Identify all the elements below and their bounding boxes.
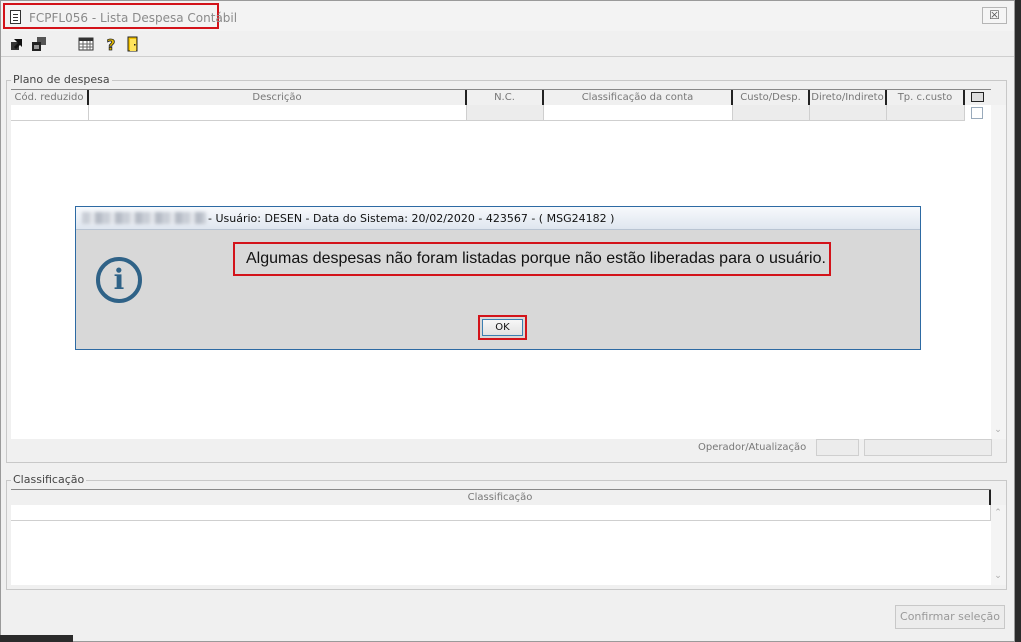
blurred-system-name — [82, 212, 206, 224]
classificacao-scrollbar[interactable]: ⌃ ⌄ — [991, 505, 1006, 585]
window-title: FCPFL056 - Lista Despesa Contábil — [29, 11, 238, 25]
plano-despesa-label: Plano de despesa — [11, 73, 112, 86]
lista-despesa-window: FCPFL056 - Lista Despesa Contábil ☒ ? Pl… — [0, 0, 1015, 642]
calendar-grid-icon[interactable] — [78, 36, 94, 52]
dialog-title: - Usuário: DESEN - Data do Sistema: 20/0… — [208, 212, 615, 225]
column-header-descricao[interactable]: Descrição — [89, 90, 467, 105]
cell-tp-ccusto[interactable] — [887, 105, 965, 121]
column-header-cod-reduzido[interactable]: Cód. reduzido — [11, 90, 89, 105]
plano-scrollbar[interactable]: ⌄ — [991, 105, 1006, 439]
ok-button[interactable]: OK — [482, 319, 523, 336]
atualizacao-field — [864, 439, 992, 456]
info-icon: i — [96, 257, 142, 303]
export-arrow-icon[interactable] — [9, 36, 25, 52]
plano-grid-header: Cód. reduzido Descrição N.C. Classificaç… — [11, 89, 991, 106]
cell-direto-indireto[interactable] — [810, 105, 887, 121]
scroll-down-icon[interactable]: ⌄ — [991, 425, 1005, 435]
help-icon[interactable]: ? — [103, 36, 119, 55]
row-checkbox[interactable] — [971, 107, 983, 119]
operador-atualizacao-label: Operador/Atualização — [698, 442, 807, 453]
classificacao-label: Classificação — [11, 473, 87, 486]
exit-door-icon[interactable] — [125, 36, 141, 52]
title-bar: FCPFL056 - Lista Despesa Contábil ☒ — [1, 1, 1014, 31]
column-header-nc[interactable]: N.C. — [467, 90, 544, 105]
confirmar-selecao-button[interactable]: Confirmar seleção — [895, 605, 1005, 629]
dialog-message: Algumas despesas não foram listadas porq… — [233, 242, 831, 276]
title-highlight-box: FCPFL056 - Lista Despesa Contábil — [3, 3, 237, 29]
column-header-tp-ccusto[interactable]: Tp. c.custo — [887, 90, 965, 105]
dialog-title-bar: - Usuário: DESEN - Data do Sistema: 20/0… — [76, 207, 920, 230]
cell-classificacao[interactable] — [11, 505, 991, 521]
svg-text:?: ? — [107, 36, 116, 52]
column-header-custo-desp[interactable]: Custo/Desp. — [733, 90, 810, 105]
toolbar-separator — [1, 56, 1014, 57]
column-chooser-icon[interactable] — [971, 92, 984, 102]
taskbar-strip — [0, 635, 73, 642]
close-button[interactable]: ☒ — [982, 7, 1007, 24]
document-icon — [10, 10, 21, 24]
cell-classificacao-conta[interactable] — [544, 105, 733, 121]
toolbar: ? — [1, 33, 1014, 55]
stack-windows-icon[interactable] — [31, 36, 47, 52]
column-header-direto-indireto[interactable]: Direto/Indireto — [810, 90, 887, 105]
classificacao-grid-body[interactable] — [11, 505, 991, 585]
cell-cod-reduzido[interactable] — [11, 105, 89, 121]
scroll-up-icon[interactable]: ⌃ — [991, 508, 1005, 518]
operador-field — [816, 439, 859, 456]
ok-highlight-box: OK — [478, 315, 527, 340]
column-header-classificacao-conta[interactable]: Classificação da conta — [544, 90, 733, 105]
cell-descricao[interactable] — [89, 105, 467, 121]
cell-custo-desp[interactable] — [733, 105, 810, 121]
column-header-classificacao[interactable]: Classificação — [11, 490, 991, 505]
cell-nc[interactable] — [467, 105, 544, 121]
message-dialog: - Usuário: DESEN - Data do Sistema: 20/0… — [75, 206, 921, 350]
scroll-down-icon[interactable]: ⌄ — [991, 571, 1005, 581]
classificacao-grid-header: Classificação — [11, 489, 991, 506]
